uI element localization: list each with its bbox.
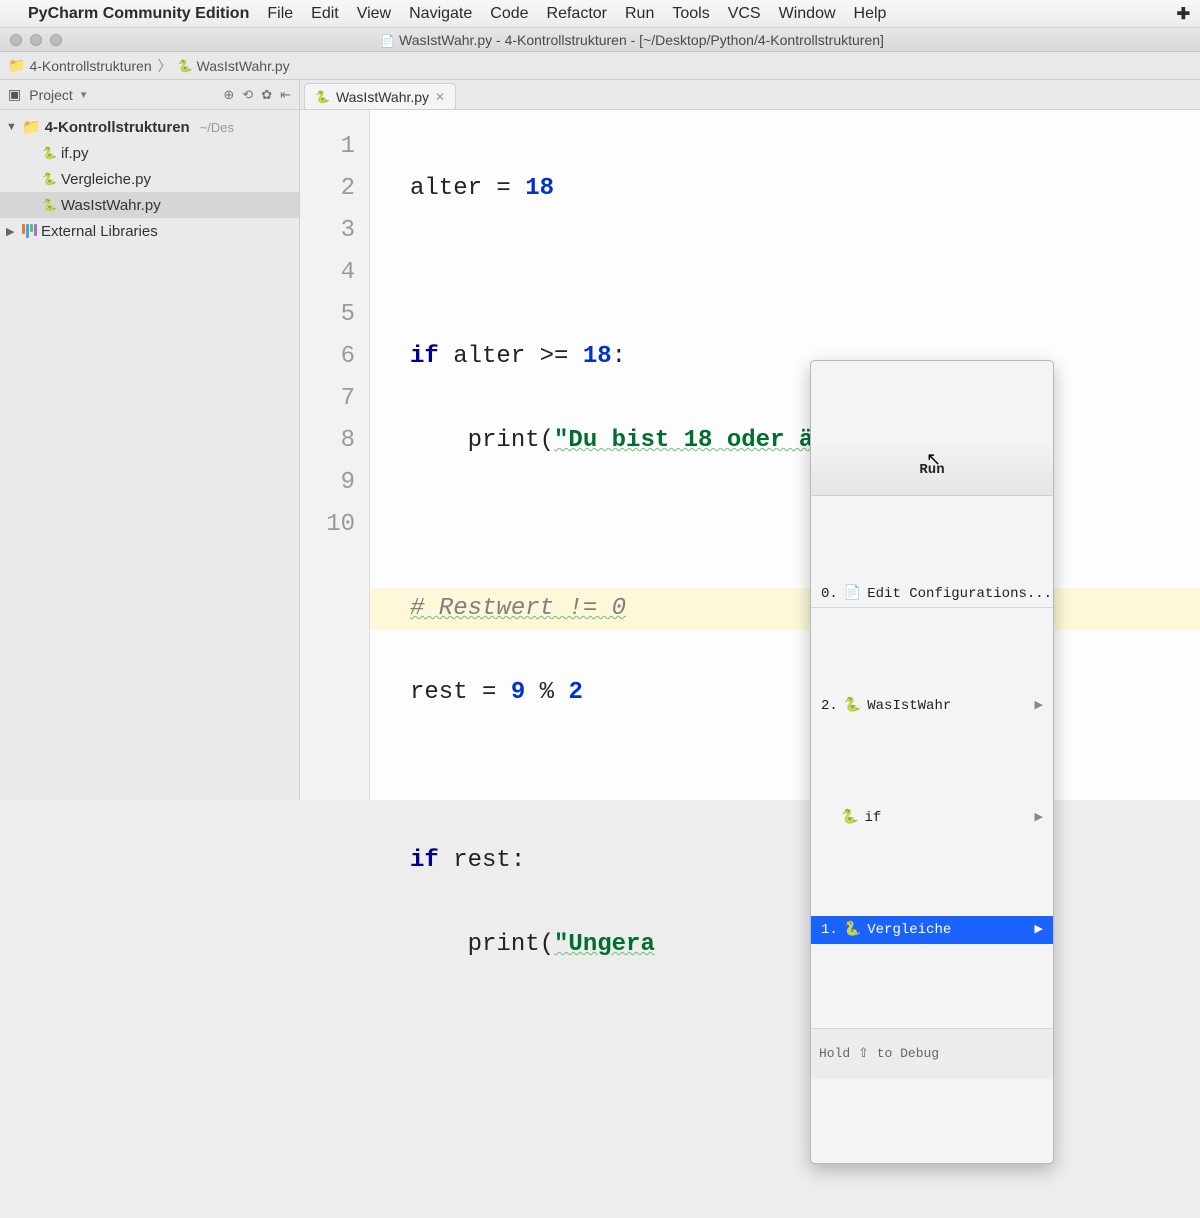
menu-code[interactable]: Code — [490, 5, 528, 23]
zoom-window-button[interactable] — [50, 34, 62, 46]
menu-view[interactable]: View — [357, 5, 391, 23]
python-run-icon: 🐍 — [844, 685, 861, 727]
menu-item-vergleiche[interactable]: 1. 🐍 Vergleiche ▶ — [811, 916, 1053, 944]
dropdown-icon[interactable]: ▾ — [81, 88, 87, 101]
breadcrumb-file[interactable]: 🐍 WasIstWahr.py — [178, 58, 290, 74]
tree-file-if[interactable]: 🐍 if.py — [0, 140, 299, 166]
folder-icon: 📁 — [8, 57, 25, 74]
python-run-icon: 🐍 — [844, 909, 861, 951]
tree-root-folder[interactable]: ▼ 📁 4-Kontrollstrukturen ~/Des — [0, 114, 299, 140]
menu-item-wasistwahr[interactable]: 2. 🐍 WasIstWahr ▶ — [811, 692, 1053, 720]
expand-arrow-icon[interactable]: ▶ — [6, 225, 18, 238]
mac-menubar: PyCharm Community Edition File Edit View… — [0, 0, 1200, 28]
tree-external-libraries[interactable]: ▶ External Libraries — [0, 218, 299, 244]
editor-area[interactable]: 1 2 3 4 5 6 7 8 9 10 alter = 18 if alter… — [300, 110, 1200, 800]
submenu-arrow-icon: ▶ — [1035, 909, 1043, 951]
close-tab-icon[interactable]: ✕ — [435, 90, 445, 104]
expand-arrow-icon[interactable]: ▼ — [6, 121, 18, 133]
code-content[interactable]: alter = 18 if alter >= 18: print("Du bis… — [370, 110, 1200, 800]
tree-file-wasistwahr[interactable]: 🐍 WasIstWahr.py — [0, 192, 299, 218]
run-context-menu: Run 0. 📄 Edit Configurations... 2. 🐍 Was… — [810, 360, 1054, 1164]
folder-icon: 📁 — [22, 118, 41, 136]
python-file-icon: 🐍 — [178, 59, 193, 73]
python-run-icon: 🐍 — [841, 797, 858, 839]
python-file-icon: 🐍 — [42, 172, 57, 186]
context-menu-title: Run — [811, 445, 1053, 496]
project-label[interactable]: Project — [29, 87, 73, 103]
menu-file[interactable]: File — [267, 5, 293, 23]
window-titlebar: 📄WasIstWahr.py - 4-Kontrollstrukturen - … — [0, 28, 1200, 52]
project-view-icon[interactable]: ▣ — [8, 86, 21, 103]
menu-help[interactable]: Help — [854, 5, 887, 23]
gutter: 1 2 3 4 5 6 7 8 9 10 — [300, 110, 370, 800]
close-window-button[interactable] — [10, 34, 22, 46]
project-tree: ▼ 📁 4-Kontrollstrukturen ~/Des 🐍 if.py 🐍… — [0, 110, 300, 800]
context-menu-footer: Hold ⇧ to Debug — [811, 1028, 1053, 1079]
libraries-icon — [22, 224, 37, 238]
gear-icon[interactable]: ✿ — [261, 87, 272, 103]
chevron-right-icon: 〉 — [158, 56, 172, 76]
tree-file-vergleiche[interactable]: 🐍 Vergleiche.py — [0, 166, 299, 192]
editor-tab-wasistwahr[interactable]: 🐍 WasIstWahr.py ✕ — [304, 83, 456, 109]
minimize-window-button[interactable] — [30, 34, 42, 46]
editor-tabs: 🐍 WasIstWahr.py ✕ — [300, 80, 456, 109]
app-name: PyCharm Community Edition — [28, 5, 249, 23]
breadcrumb: 📁 4-Kontrollstrukturen 〉 🐍 WasIstWahr.py — [0, 52, 1200, 80]
traffic-lights — [10, 34, 62, 46]
menu-vcs[interactable]: VCS — [728, 5, 761, 23]
collapse-icon[interactable]: ⟲ — [242, 87, 253, 103]
menu-navigate[interactable]: Navigate — [409, 5, 472, 23]
menu-item-edit-configurations[interactable]: 0. 📄 Edit Configurations... — [811, 580, 1053, 608]
path-hint: ~/Des — [200, 120, 234, 135]
breadcrumb-folder[interactable]: 📁 4-Kontrollstrukturen — [8, 57, 152, 74]
menu-edit[interactable]: Edit — [311, 5, 339, 23]
menu-tools[interactable]: Tools — [672, 5, 709, 23]
target-icon[interactable]: ⊕ — [223, 87, 234, 103]
submenu-arrow-icon: ▶ — [1035, 797, 1043, 839]
tab-label: WasIstWahr.py — [336, 89, 429, 105]
python-file-icon: 🐍 — [42, 146, 57, 160]
menubar-extras-icon[interactable]: ✚ — [1177, 4, 1190, 24]
submenu-arrow-icon: ▶ — [1035, 685, 1043, 727]
python-file-icon: 🐍 — [42, 198, 57, 212]
menu-run[interactable]: Run — [625, 5, 654, 23]
python-file-icon: 📄 — [380, 34, 395, 48]
run-config-icon: 📄 — [844, 573, 861, 615]
hide-icon[interactable]: ⇤ — [280, 87, 291, 103]
menu-item-if[interactable]: 🐍 if ▶ — [811, 804, 1053, 832]
project-tool-window-header: ▣ Project ▾ ⊕ ⟲ ✿ ⇤ — [0, 80, 300, 109]
menu-window[interactable]: Window — [779, 5, 836, 23]
window-title: 📄WasIstWahr.py - 4-Kontrollstrukturen - … — [74, 32, 1190, 48]
menu-refactor[interactable]: Refactor — [547, 5, 607, 23]
python-file-icon: 🐍 — [315, 90, 330, 104]
